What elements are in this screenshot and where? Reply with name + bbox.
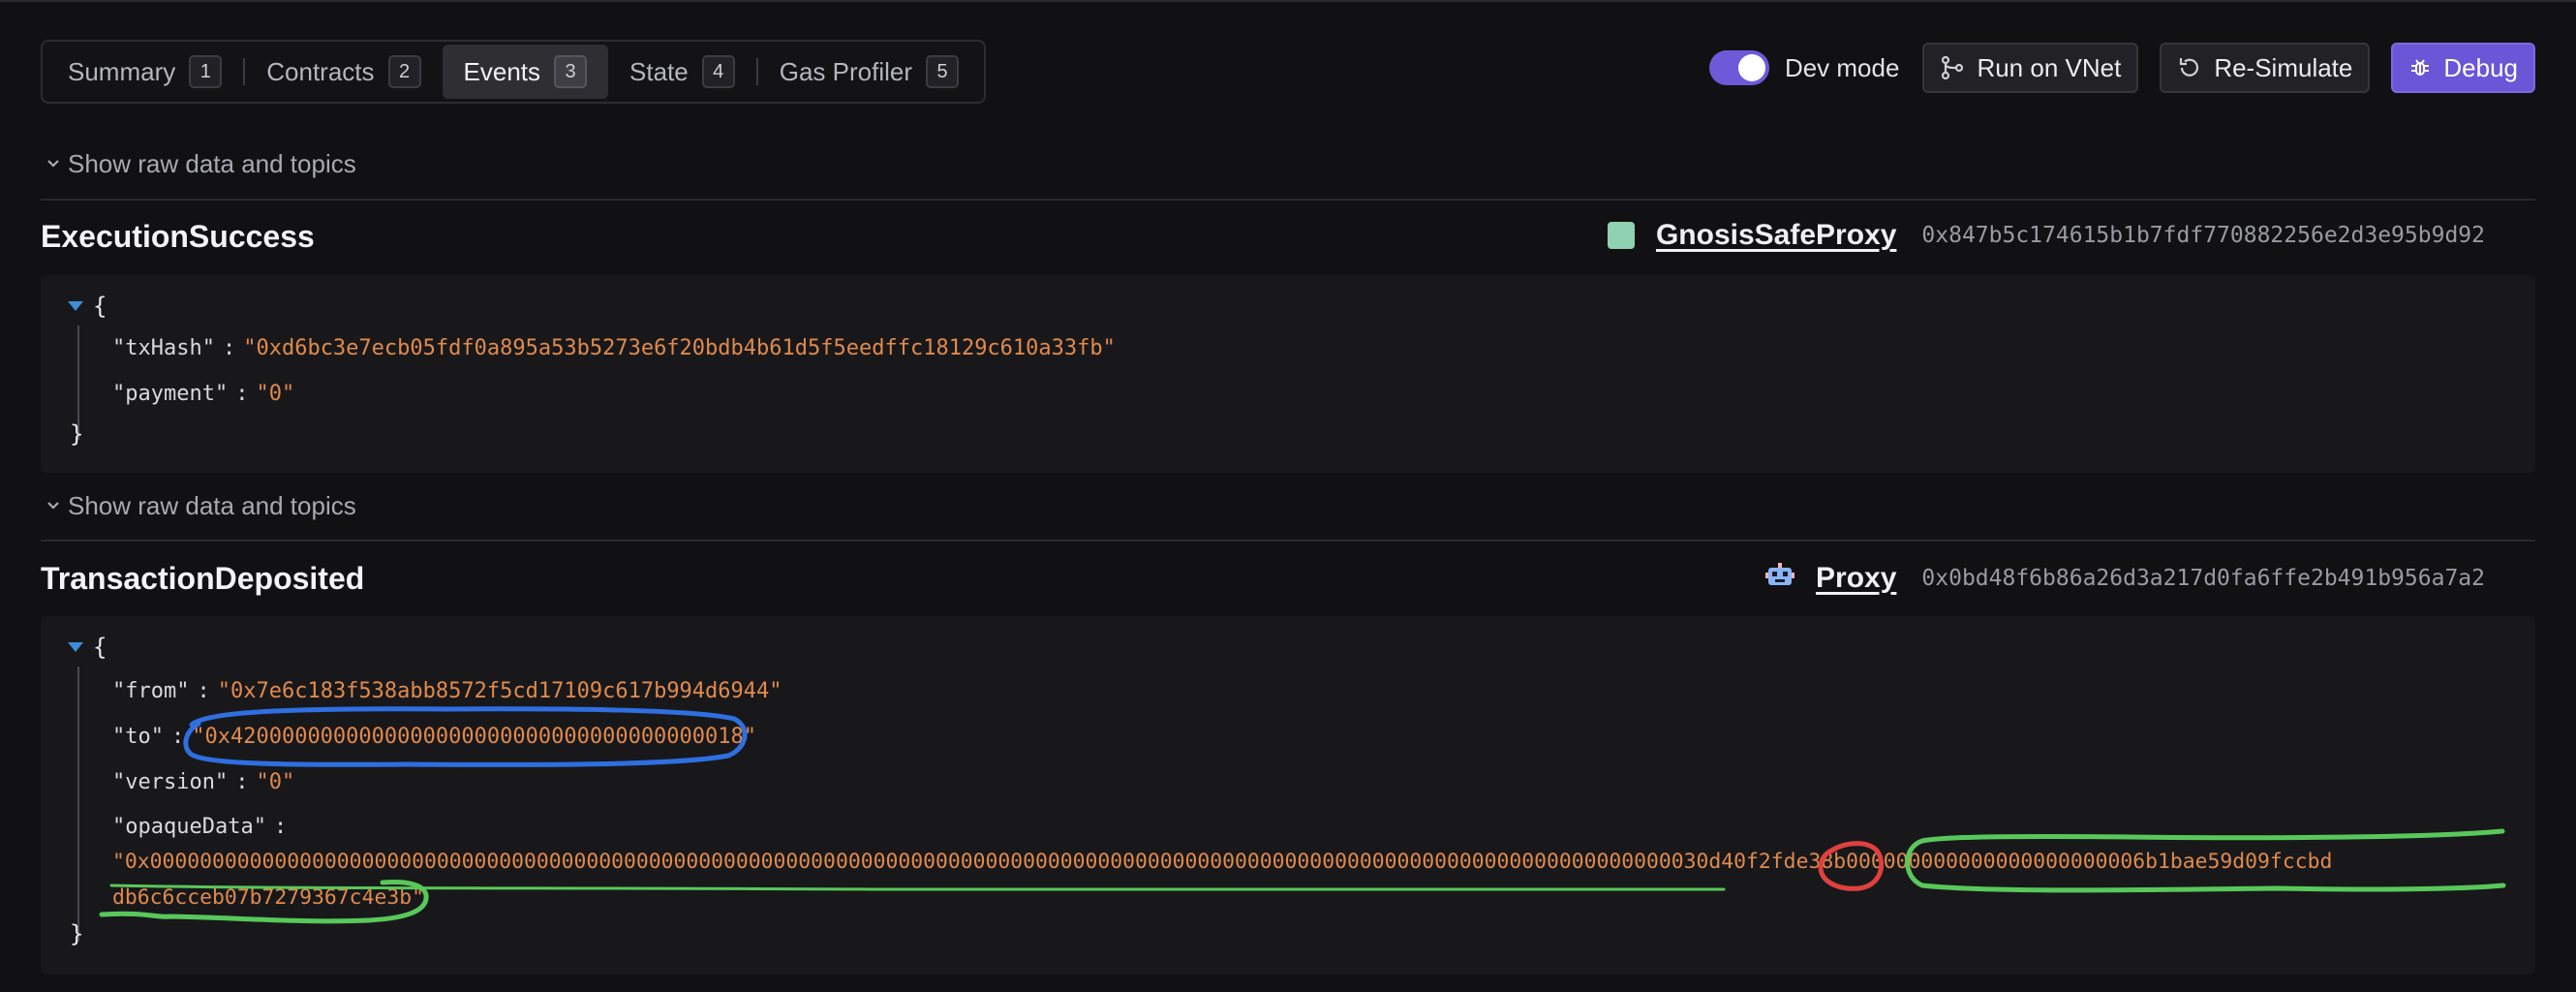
param-key: "to"	[112, 725, 164, 749]
param-key: "txHash"	[112, 336, 215, 360]
contract-address: 0x847b5c174615b1b7fdf770882256e2d3e95b9d…	[1921, 223, 2485, 248]
event-contract: Proxy 0x0bd48f6b86a26d3a217d0fa6ffe2b491…	[1765, 561, 2485, 595]
contract-name-link[interactable]: Proxy	[1816, 562, 1896, 595]
bug-icon	[2408, 56, 2432, 79]
show-raw-label: Show raw data and topics	[68, 491, 356, 520]
json-param-row: "version": "0"	[112, 770, 295, 794]
tab-events[interactable]: Events 3	[442, 45, 609, 99]
tab-state[interactable]: State 4	[608, 45, 756, 99]
collapse-caret-icon[interactable]	[68, 642, 83, 652]
debug-button[interactable]: Debug	[2391, 43, 2535, 93]
json-param-row: "from": "0x7e6c183f538abb8572f5cd17109c61…	[112, 679, 782, 703]
tab-label: Summary	[68, 56, 176, 86]
tab-contracts[interactable]: Contracts 2	[245, 45, 442, 99]
param-key: "from"	[112, 679, 190, 703]
param-value: "0"	[256, 382, 295, 406]
json-param-row: "payment": "0"	[112, 382, 295, 406]
divider	[41, 540, 2535, 542]
json-close-brace: }	[70, 420, 84, 448]
divider	[41, 199, 2535, 201]
param-key: "version"	[112, 770, 229, 794]
contract-color-icon	[1607, 222, 1635, 249]
param-value-continued: db6c6cceb07b7279367c4e3b"	[112, 885, 424, 910]
event-params-json: { "from": "0x7e6c183f538abb8572f5cd17109c…	[41, 616, 2535, 975]
show-raw-toggle[interactable]: Show raw data and topics	[45, 149, 356, 179]
robot-avatar-icon	[1765, 561, 1795, 595]
tab-label: Contracts	[266, 56, 375, 86]
tab-count-badge: 2	[387, 55, 421, 88]
collapse-caret-icon[interactable]	[68, 301, 83, 311]
tab-count-badge: 5	[926, 55, 959, 88]
re-simulate-button[interactable]: Re-Simulate	[2160, 43, 2371, 93]
toolbar: Dev mode Run on VNet Re-Simulate Debug	[1708, 43, 2535, 93]
json-open-brace: {	[93, 293, 107, 320]
param-value: "0"	[256, 770, 295, 794]
event-params-json: { "txHash": "0xd6bc3e7ecb05fdf0a895a53b52…	[41, 275, 2535, 473]
param-key: "opaqueData"	[112, 815, 266, 839]
param-value: "0x7e6c183f538abb8572f5cd17109c617b994d6…	[217, 679, 782, 703]
branch-icon	[1940, 55, 1965, 80]
run-on-vnet-button[interactable]: Run on VNet	[1922, 43, 2139, 93]
json-indent-guide	[77, 666, 79, 942]
tab-count-badge: 1	[189, 55, 223, 88]
chevron-down-icon	[45, 149, 62, 179]
show-raw-toggle[interactable]: Show raw data and topics	[45, 491, 356, 521]
param-value: "0x0000000000000000000000000000000000000…	[112, 850, 2333, 874]
tab-gas-profiler[interactable]: Gas Profiler 5	[758, 45, 980, 99]
json-open-brace: {	[93, 634, 107, 661]
event-contract: GnosisSafeProxy 0x847b5c174615b1b7fdf770…	[1607, 219, 2485, 252]
tab-label: Gas Profiler	[779, 56, 912, 86]
param-value: "0x4200000000000000000000000000000000000…	[192, 725, 757, 749]
event-title: ExecutionSuccess	[41, 219, 315, 254]
tab-summary[interactable]: Summary 1	[46, 45, 243, 99]
refresh-icon	[2177, 55, 2202, 80]
dev-mode-label: Dev mode	[1784, 52, 1900, 82]
tab-count-badge: 4	[701, 55, 735, 88]
param-key: "payment"	[112, 382, 229, 406]
dev-mode-toggle[interactable]	[1708, 50, 1769, 85]
event-title: TransactionDeposited	[41, 561, 365, 596]
tab-label: State	[629, 56, 689, 86]
contract-name-link[interactable]: GnosisSafeProxy	[1656, 219, 1896, 252]
tab-bar: Summary 1 Contracts 2 Events 3 State 4 Gas P…	[41, 40, 986, 104]
json-param-row: "txHash": "0xd6bc3e7ecb05fdf0a895a53b5273…	[112, 336, 1116, 360]
tab-label: Events	[463, 56, 541, 86]
json-param-row: "opaqueData":	[112, 815, 288, 839]
re-simulate-label: Re-Simulate	[2214, 52, 2353, 82]
contract-address: 0x0bd48f6b86a26d3a217d0fa6ffe2b491b956a7…	[1921, 565, 2485, 591]
debug-label: Debug	[2443, 52, 2518, 82]
run-on-vnet-label: Run on VNet	[1977, 52, 2122, 82]
tab-count-badge: 3	[554, 55, 588, 88]
dev-mode-control: Dev mode	[1708, 50, 1900, 85]
json-param-row: "to": "0x42000000000000000000000000000000…	[112, 725, 757, 749]
show-raw-label: Show raw data and topics	[68, 149, 356, 178]
json-close-brace: }	[70, 920, 84, 947]
chevron-down-icon	[45, 491, 62, 521]
param-value: "0xd6bc3e7ecb05fdf0a895a53b5273e6f20bdb4…	[243, 336, 1116, 360]
